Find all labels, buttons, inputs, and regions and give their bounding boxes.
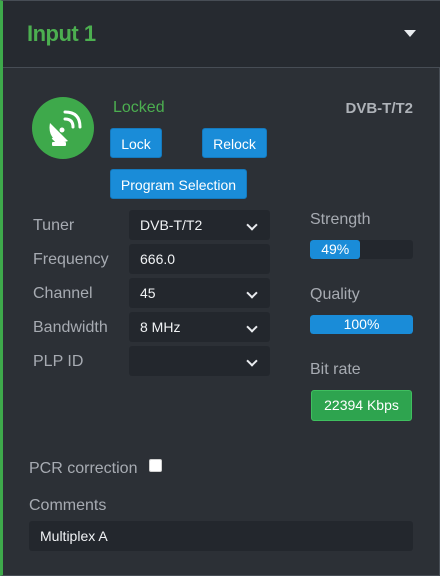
- bandwidth-select[interactable]: 8 MHz: [129, 312, 270, 342]
- input-panel: Input 1 Locked DVB-T/T2 Lock Relock Prog…: [0, 0, 440, 576]
- comments-input[interactable]: Multiplex A: [29, 521, 413, 551]
- panel-title: Input 1: [27, 21, 96, 46]
- chevron-down-icon: [246, 287, 258, 299]
- standard-label: DVB-T/T2: [345, 100, 414, 117]
- chevron-down-icon: [246, 321, 258, 333]
- comments-value: Multiplex A: [40, 528, 108, 544]
- bitrate-badge: 22394 Kbps: [311, 390, 412, 421]
- satellite-dish-icon: [32, 97, 94, 159]
- relock-button[interactable]: Relock: [202, 128, 267, 158]
- panel-header[interactable]: Input 1: [3, 1, 440, 68]
- tuner-label: Tuner: [33, 217, 75, 234]
- lock-button[interactable]: Lock: [110, 128, 162, 158]
- quality-label: Quality: [310, 286, 360, 303]
- plp-id-label: PLP ID: [33, 353, 84, 370]
- frequency-value: 666.0: [140, 251, 176, 267]
- channel-select[interactable]: 45: [129, 278, 270, 308]
- chevron-down-icon: [246, 219, 258, 231]
- channel-value: 45: [140, 285, 156, 301]
- quality-meter: 100%: [310, 315, 413, 334]
- quality-fill: 100%: [310, 315, 413, 334]
- pcr-correction-checkbox[interactable]: [149, 459, 162, 472]
- pcr-correction-label: PCR correction: [29, 460, 138, 477]
- strength-fill: 49%: [310, 240, 361, 259]
- program-selection-button[interactable]: Program Selection: [110, 169, 247, 199]
- bandwidth-label: Bandwidth: [33, 319, 108, 336]
- plp-id-select[interactable]: [129, 346, 270, 376]
- strength-meter: 49%: [310, 240, 413, 259]
- bitrate-label: Bit rate: [310, 361, 361, 378]
- strength-label: Strength: [310, 211, 371, 228]
- lock-status: Locked: [113, 99, 165, 116]
- frequency-label: Frequency: [33, 251, 109, 268]
- frequency-input[interactable]: 666.0: [129, 244, 270, 274]
- chevron-down-icon: [246, 355, 258, 367]
- bandwidth-value: 8 MHz: [140, 319, 181, 335]
- channel-label: Channel: [33, 285, 93, 302]
- tuner-value: DVB-T/T2: [140, 217, 203, 233]
- caret-down-icon[interactable]: [404, 30, 416, 37]
- comments-label: Comments: [29, 497, 107, 514]
- tuner-select[interactable]: DVB-T/T2: [129, 210, 270, 240]
